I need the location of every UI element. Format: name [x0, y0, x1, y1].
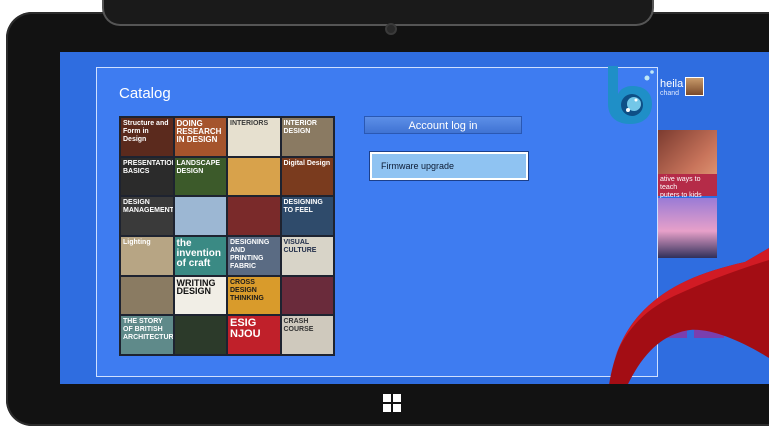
book-cover[interactable]: the invention of craft: [174, 237, 226, 275]
book-cover[interactable]: THE STORY OF BRITISH ARCHITECTURE: [121, 316, 173, 354]
book-cover[interactable]: VISUAL CULTURE: [281, 237, 333, 275]
book-cover[interactable]: INTERIORS: [228, 118, 280, 156]
book-cover[interactable]: INTERIOR DESIGN: [281, 118, 333, 156]
book-cover[interactable]: [281, 276, 333, 315]
account-login-button[interactable]: Account log in: [364, 116, 522, 134]
top-bar: [102, 0, 654, 26]
screen: heila chand ative ways to teach puters t…: [60, 52, 769, 384]
book-cover[interactable]: DESIGN MANAGEMENT: [121, 197, 173, 235]
camera-icon: [387, 25, 395, 33]
book-cover[interactable]: CRASH COURSE: [281, 316, 333, 354]
book-cover[interactable]: PRESENTATION BASICS: [121, 157, 173, 196]
book-cover[interactable]: CROSS DESIGN THINKING: [228, 276, 280, 315]
catalog-title: Catalog: [119, 85, 171, 102]
book-cover[interactable]: [228, 197, 280, 235]
windows-logo-icon[interactable]: [383, 394, 402, 413]
book-cover[interactable]: [121, 276, 173, 315]
book-cover[interactable]: [174, 316, 226, 354]
book-cover[interactable]: [174, 197, 226, 235]
firmware-upgrade-button[interactable]: Firmware upgrade: [369, 151, 529, 181]
kids-tile-caption: ative ways to teach puters to kids: [657, 174, 717, 199]
book-cover[interactable]: DESIGNING AND PRINTING FABRIC: [228, 237, 280, 275]
book-cover[interactable]: ESIG NJOU: [228, 316, 280, 354]
red-arrow-shape: [609, 248, 769, 384]
book-cover[interactable]: Lighting: [121, 237, 173, 275]
user-name: heila: [660, 78, 684, 90]
book-cover[interactable]: [228, 157, 280, 196]
book-cover[interactable]: LANDSCAPE DESIGN: [174, 157, 226, 196]
book-cover[interactable]: WRITING DESIGN: [174, 276, 226, 315]
flask-logo-icon: [608, 66, 654, 124]
book-cover[interactable]: DESIGNING TO FEEL: [281, 197, 333, 235]
book-cover[interactable]: Digital Design: [281, 157, 333, 196]
avatar[interactable]: [685, 77, 704, 96]
catalog-grid: Structure and Form in Design DOING RESEA…: [119, 116, 335, 356]
book-cover[interactable]: Structure and Form in Design: [121, 118, 173, 156]
book-cover[interactable]: DOING RESEARCH IN DESIGN: [174, 118, 226, 156]
user-subtitle: chand: [660, 90, 680, 97]
